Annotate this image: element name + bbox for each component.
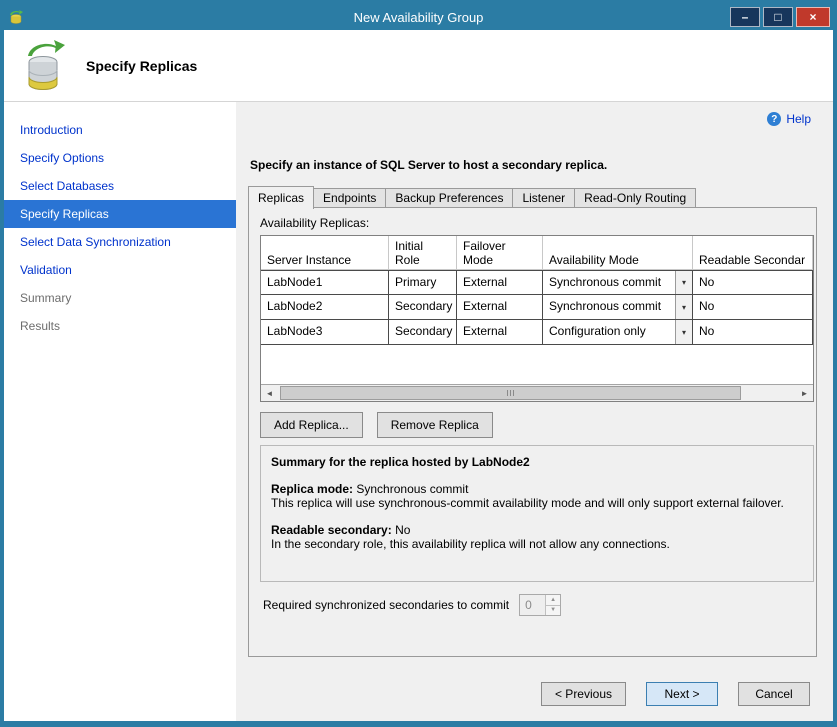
next-button[interactable]: Next > <box>646 682 718 706</box>
help-icon: ? <box>767 112 781 126</box>
server-instance-cell[interactable]: LabNode2 <box>261 295 389 320</box>
help-label: Help <box>786 112 811 126</box>
initial-role-cell[interactable]: Secondary <box>389 295 457 320</box>
replica-buttons: Add Replica... Remove Replica <box>260 412 493 438</box>
scrollbar-track[interactable] <box>278 385 796 401</box>
close-icon: × <box>809 11 816 23</box>
failover-mode-cell[interactable]: External <box>457 295 543 320</box>
tab-read-only-routing[interactable]: Read-Only Routing <box>574 188 696 207</box>
table-empty-area <box>261 345 813 384</box>
availability-mode-dropdown[interactable]: Synchronous commit▾ <box>543 295 693 320</box>
database-sync-icon <box>22 39 68 93</box>
availability-mode-dropdown[interactable]: Configuration only▾ <box>543 320 693 345</box>
column-header-failover-mode[interactable]: Failover Mode <box>457 236 543 270</box>
chevron-down-icon[interactable]: ▾ <box>675 295 692 319</box>
replica-mode-label: Replica mode: <box>271 482 353 496</box>
cancel-button[interactable]: Cancel <box>738 682 810 706</box>
maximize-button[interactable]: □ <box>763 7 793 27</box>
minimize-icon: – <box>742 11 749 23</box>
table-row-labnode1[interactable]: LabNode1PrimaryExternalSynchronous commi… <box>261 270 813 295</box>
required-secondaries-spinner: 0 ▲ ▼ <box>519 594 561 616</box>
required-secondaries-row: Required synchronized secondaries to com… <box>263 594 561 616</box>
availability-replicas-label: Availability Replicas: <box>260 216 369 230</box>
wizard-header: Specify Replicas <box>4 30 833 102</box>
table-row-labnode2[interactable]: LabNode2SecondaryExternalSynchronous com… <box>261 295 813 320</box>
title-bar: New Availability Group – □ × <box>4 4 833 30</box>
summary-group-box: Summary for the replica hosted by LabNod… <box>260 445 814 582</box>
previous-button[interactable]: < Previous <box>541 682 626 706</box>
required-secondaries-label: Required synchronized secondaries to com… <box>263 598 509 612</box>
spinner-up-icon: ▲ <box>546 595 560 606</box>
availability-mode-value: Configuration only <box>543 320 675 344</box>
initial-role-cell[interactable]: Secondary <box>389 320 457 345</box>
tab-replicas[interactable]: Replicas <box>248 186 314 209</box>
spinner-down-icon: ▼ <box>546 606 560 616</box>
app-icon[interactable] <box>8 9 24 25</box>
column-header-server-instance[interactable]: Server Instance <box>261 236 389 270</box>
readable-secondary-value: No <box>395 523 410 537</box>
sidebar-item-select-data-synchronization[interactable]: Select Data Synchronization <box>4 228 236 256</box>
sidebar-item-select-databases[interactable]: Select Databases <box>4 172 236 200</box>
replica-grid: Server InstanceInitial RoleFailover Mode… <box>260 235 814 402</box>
availability-mode-value: Synchronous commit <box>543 271 675 294</box>
scroll-left-arrow-icon[interactable]: ◄ <box>261 385 278 401</box>
column-header-readable-secondar[interactable]: Readable Secondar <box>693 236 813 270</box>
sidebar-item-validation[interactable]: Validation <box>4 256 236 284</box>
server-instance-cell[interactable]: LabNode1 <box>261 270 389 295</box>
replicas-tab-page: Availability Replicas: Server InstanceIn… <box>248 207 817 657</box>
readable-secondary-label: Readable secondary: <box>271 523 392 537</box>
replica-mode-line: Replica mode: Synchronous commit <box>271 482 803 496</box>
replica-table-body: LabNode1PrimaryExternalSynchronous commi… <box>261 270 813 345</box>
tab-listener[interactable]: Listener <box>512 188 575 207</box>
scroll-right-arrow-icon[interactable]: ► <box>796 385 813 401</box>
add-replica-button[interactable]: Add Replica... <box>260 412 363 438</box>
chevron-down-icon[interactable]: ▾ <box>675 320 692 344</box>
summary-title: Summary for the replica hosted by LabNod… <box>271 455 803 469</box>
replica-table-header: Server InstanceInitial RoleFailover Mode… <box>261 236 813 270</box>
readable-secondary-cell[interactable]: No <box>693 295 813 320</box>
chevron-down-icon[interactable]: ▾ <box>675 271 692 294</box>
sidebar-item-specify-options[interactable]: Specify Options <box>4 144 236 172</box>
failover-mode-cell[interactable]: External <box>457 270 543 295</box>
replica-mode-value: Synchronous commit <box>356 482 468 496</box>
sidebar-steps: IntroductionSpecify OptionsSelect Databa… <box>4 102 236 721</box>
tab-backup-preferences[interactable]: Backup Preferences <box>385 188 513 207</box>
column-header-initial-role[interactable]: Initial Role <box>389 236 457 270</box>
initial-role-cell[interactable]: Primary <box>389 270 457 295</box>
window-controls: – □ × <box>730 7 830 27</box>
readable-secondary-description: In the secondary role, this availability… <box>271 537 803 551</box>
readable-secondary-line: Readable secondary: No <box>271 523 803 537</box>
readable-secondary-cell[interactable]: No <box>693 320 813 345</box>
sidebar-item-introduction[interactable]: Introduction <box>4 116 236 144</box>
close-button[interactable]: × <box>796 7 830 27</box>
main-panel: ? Help Specify an instance of SQL Server… <box>236 102 833 721</box>
sidebar-item-results: Results <box>4 312 236 340</box>
body-row: IntroductionSpecify OptionsSelect Databa… <box>4 102 833 721</box>
tab-strip: ReplicasEndpointsBackup PreferencesListe… <box>248 186 696 208</box>
column-header-availability-mode[interactable]: Availability Mode <box>543 236 693 270</box>
table-row-labnode3[interactable]: LabNode3SecondaryExternalConfiguration o… <box>261 320 813 345</box>
tab-endpoints[interactable]: Endpoints <box>313 188 386 207</box>
availability-mode-dropdown[interactable]: Synchronous commit▾ <box>543 270 693 295</box>
replica-mode-description: This replica will use synchronous-commit… <box>271 496 803 510</box>
sidebar-item-specify-replicas[interactable]: Specify Replicas <box>4 200 236 228</box>
horizontal-scrollbar[interactable]: ◄ ► <box>261 384 813 401</box>
sidebar-item-summary: Summary <box>4 284 236 312</box>
help-link[interactable]: ? Help <box>767 112 811 126</box>
remove-replica-button[interactable]: Remove Replica <box>377 412 493 438</box>
spinner-buttons: ▲ ▼ <box>545 595 560 615</box>
page-title: Specify Replicas <box>86 58 197 74</box>
spinner-value: 0 <box>520 595 545 615</box>
window-title: New Availability Group <box>4 10 833 25</box>
readable-secondary-cell[interactable]: No <box>693 270 813 295</box>
instruction-text: Specify an instance of SQL Server to hos… <box>250 158 607 172</box>
maximize-icon: □ <box>774 11 781 23</box>
scrollbar-thumb[interactable] <box>280 386 741 400</box>
wizard-footer: < Previous Next > Cancel <box>541 682 810 706</box>
minimize-button[interactable]: – <box>730 7 760 27</box>
failover-mode-cell[interactable]: External <box>457 320 543 345</box>
new-availability-group-window: New Availability Group – □ × Specify Rep… <box>0 0 837 727</box>
server-instance-cell[interactable]: LabNode3 <box>261 320 389 345</box>
availability-mode-value: Synchronous commit <box>543 295 675 319</box>
